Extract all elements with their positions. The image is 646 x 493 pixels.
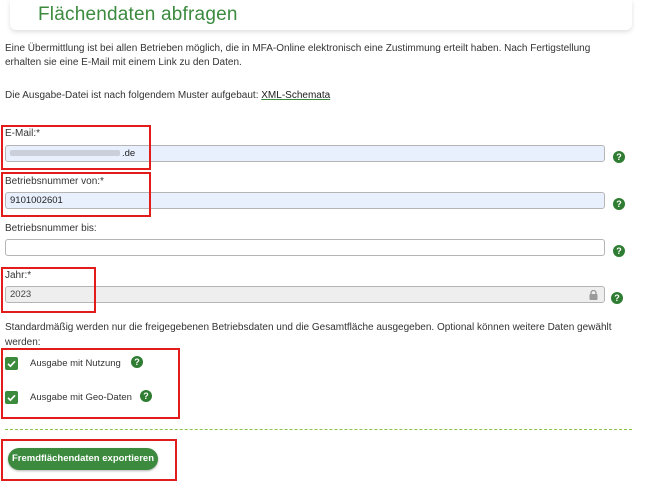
jahr-value: 2023	[10, 289, 32, 300]
intro-text: Eine Übermittlung ist bei allen Betriebe…	[5, 43, 591, 68]
jahr-label: Jahr:*	[5, 270, 32, 281]
betrieb-bis-label: Betriebsnummer bis:	[5, 223, 97, 234]
options-note: Standardmäßig werden nur die freigegeben…	[5, 322, 612, 348]
title-card: Flächendaten abfragen	[10, 0, 632, 30]
jahr-field: 2023	[5, 286, 605, 303]
lock-icon	[589, 290, 598, 300]
checkbox-nutzung[interactable]	[5, 357, 18, 370]
checkbox-nutzung-label[interactable]: Ausgabe mit Nutzung	[30, 358, 121, 369]
checkbox-geo-daten-label[interactable]: Ausgabe mit Geo-Daten	[30, 392, 132, 403]
email-value-suffix: .de	[122, 148, 136, 159]
geo-daten-help-icon[interactable]: ?	[140, 390, 152, 402]
betrieb-bis-help-icon[interactable]: ?	[613, 245, 625, 257]
email-label: E-Mail:*	[5, 128, 41, 139]
betrieb-von-help-icon[interactable]: ?	[613, 198, 625, 210]
export-button[interactable]: Fremdflächendaten exportieren	[8, 448, 158, 470]
jahr-help-icon[interactable]: ?	[611, 292, 623, 304]
check-icon	[7, 360, 16, 368]
section-divider	[5, 429, 632, 430]
email-help-icon[interactable]: ?	[613, 151, 625, 163]
schema-prefix: Die Ausgabe-Datei ist nach folgendem Mus…	[5, 90, 262, 101]
check-icon	[7, 394, 16, 402]
nutzung-help-icon[interactable]: ?	[131, 356, 143, 368]
xml-schema-link[interactable]: XML-Schemata	[261, 90, 330, 101]
checkbox-geo-daten[interactable]	[5, 391, 18, 404]
betrieb-von-field[interactable]: 9101002601	[5, 192, 605, 209]
email-field[interactable]: .de	[5, 145, 605, 162]
betrieb-von-label: Betriebsnummer von:*	[5, 176, 104, 187]
betrieb-bis-field[interactable]	[5, 239, 605, 256]
intro-schema-text: Die Ausgabe-Datei ist nach folgendem Mus…	[5, 90, 330, 101]
page-title: Flächendaten abfragen	[38, 4, 238, 25]
email-blurred-part	[10, 150, 120, 157]
